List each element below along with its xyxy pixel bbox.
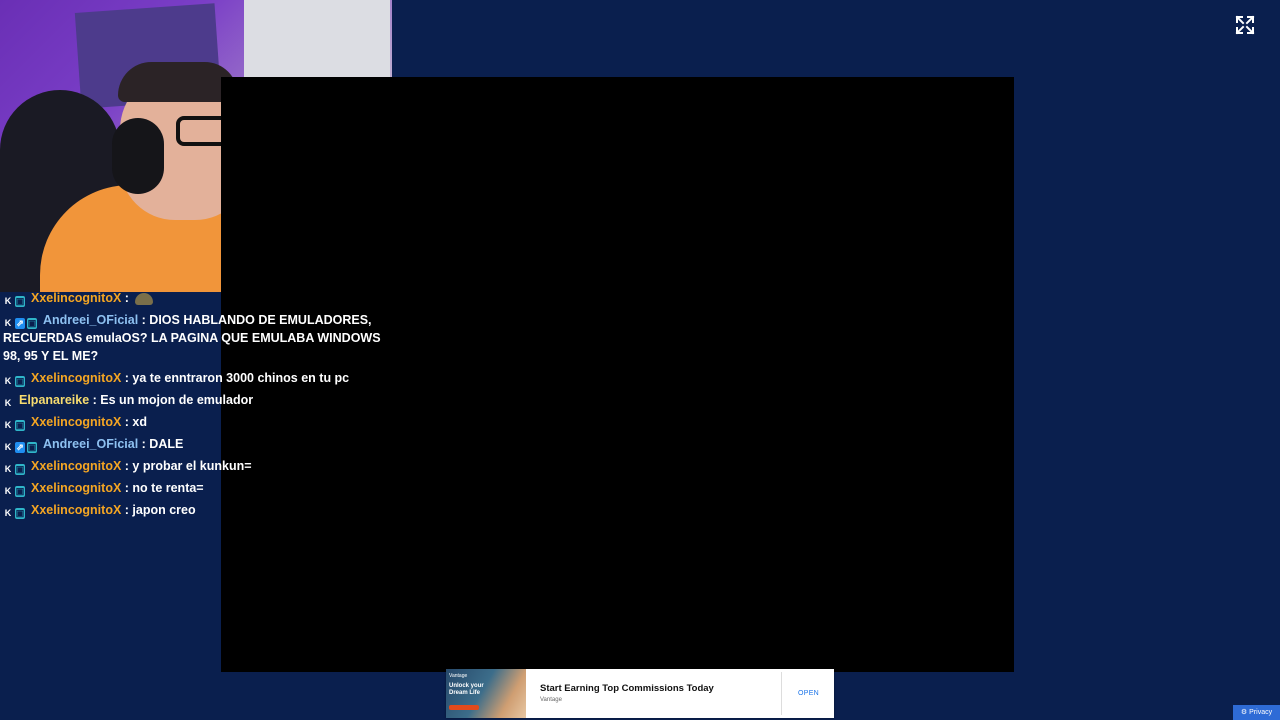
- chat-text: ya te enntraron 3000 chinos en tu pc: [132, 371, 350, 385]
- vip-badge-icon: ⇗: [15, 442, 25, 453]
- chat-username[interactable]: XxelincognitoX: [31, 291, 121, 305]
- headphones: [112, 118, 164, 194]
- privacy-label: Privacy: [1249, 709, 1273, 716]
- chat-message: K ▣ XxelincognitoX : y probar el kunkun=: [3, 457, 383, 475]
- chat-separator: :: [121, 371, 133, 385]
- kick-badge-icon: K: [4, 376, 12, 386]
- privacy-gear-icon: ⚙: [1240, 709, 1248, 716]
- chat-text: DALE: [149, 437, 184, 451]
- subscriber-badge-icon: ▣: [27, 442, 37, 453]
- ad-thumbnail: Vantage Unlock your Dream Life: [446, 669, 526, 718]
- chat-separator: :: [121, 481, 133, 495]
- fullscreen-expand-icon[interactable]: [1234, 14, 1256, 36]
- vip-badge-icon: ⇗: [15, 318, 25, 329]
- ad-advertiser: Vantage: [540, 697, 562, 703]
- chat-username[interactable]: XxelincognitoX: [31, 415, 121, 429]
- kick-badge-icon: K: [4, 420, 12, 430]
- ad-open-button[interactable]: OPEN: [798, 690, 819, 697]
- privacy-button[interactable]: ⚙ Privacy: [1233, 705, 1280, 720]
- ad-thumb-button: [449, 705, 479, 710]
- chat-separator: :: [121, 503, 133, 517]
- chat-text: y probar el kunkun=: [132, 459, 252, 473]
- ad-thumb-brand: Vantage: [449, 673, 468, 679]
- chat-message: K ▣ XxelincognitoX : xd: [3, 413, 383, 431]
- subscriber-badge-icon: ▣: [27, 318, 37, 329]
- ad-thumb-text: Unlock your Dream Life: [449, 683, 484, 696]
- chat-username[interactable]: XxelincognitoX: [31, 481, 121, 495]
- kick-badge-icon: K: [4, 464, 12, 474]
- subscriber-badge-icon: ▣: [15, 376, 25, 387]
- chat-overlay: K ▣ XxelincognitoX : K ⇗ ▣ Andreei_OFicial : …: [3, 289, 383, 523]
- chat-username[interactable]: Andreei_OFicial: [43, 313, 138, 327]
- kick-badge-icon: K: [4, 398, 12, 408]
- streamer-hair: [118, 62, 238, 102]
- subscriber-badge-icon: ▣: [15, 296, 25, 307]
- chat-separator: :: [138, 313, 150, 327]
- kick-badge-icon: K: [4, 296, 12, 306]
- ad-divider: [781, 672, 782, 715]
- subscriber-badge-icon: ▣: [15, 508, 25, 519]
- kick-badge-icon: K: [4, 318, 12, 328]
- chat-text: japon creo: [132, 503, 196, 517]
- chat-username[interactable]: XxelincognitoX: [31, 459, 121, 473]
- chat-text: xd: [132, 415, 147, 429]
- turtle-emote: [135, 293, 154, 305]
- chat-separator: :: [138, 437, 150, 451]
- kick-badge-icon: K: [4, 442, 12, 452]
- ad-banner[interactable]: Vantage Unlock your Dream Life Start Ear…: [446, 669, 834, 718]
- chat-message: K ▣ XxelincognitoX : ya te enntraron 3000 …: [3, 369, 383, 387]
- chat-message: K ⇗ ▣ Andreei_OFicial : DIOS HABLANDO DE EM…: [3, 311, 383, 365]
- chat-separator: :: [89, 393, 101, 407]
- chat-username[interactable]: Andreei_OFicial: [43, 437, 138, 451]
- chat-text: no te renta=: [132, 481, 204, 495]
- chat-username[interactable]: XxelincognitoX: [31, 371, 121, 385]
- subscriber-badge-icon: ▣: [15, 486, 25, 497]
- chat-message: K ▣ XxelincognitoX : no te renta=: [3, 479, 383, 497]
- chat-message: K ▣ XxelincognitoX : japon creo: [3, 501, 383, 519]
- chat-username[interactable]: Elpanareike: [19, 393, 89, 407]
- kick-badge-icon: K: [4, 486, 12, 496]
- chat-separator: :: [121, 291, 133, 305]
- kick-badge-icon: K: [4, 508, 12, 518]
- chat-text: Es un mojon de emulador: [100, 393, 254, 407]
- chat-message: K ▣ XxelincognitoX :: [3, 289, 383, 307]
- subscriber-badge-icon: ▣: [15, 464, 25, 475]
- chat-message: K ⇗ ▣ Andreei_OFicial : DALE: [3, 435, 383, 453]
- chat-message: K Elpanareike : Es un mojon de emulador: [3, 391, 383, 409]
- chat-username[interactable]: XxelincognitoX: [31, 503, 121, 517]
- ad-title[interactable]: Start Earning Top Commissions Today: [540, 683, 714, 694]
- chat-separator: :: [121, 415, 133, 429]
- subscriber-badge-icon: ▣: [15, 420, 25, 431]
- chat-separator: :: [121, 459, 133, 473]
